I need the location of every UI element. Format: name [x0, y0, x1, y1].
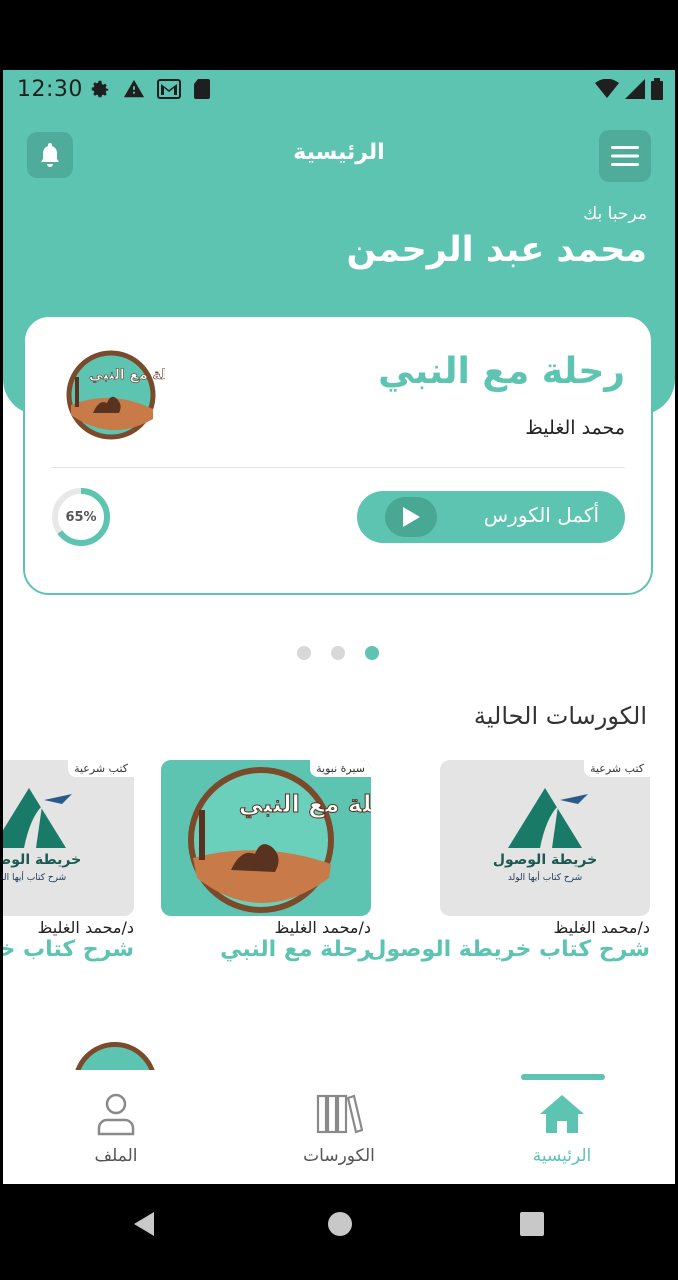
- course-card[interactable]: رحلة مع النبي سيرة نبوية د/محمد الغليظ ر…: [161, 760, 371, 962]
- svg-text:رحلة مع النبي: رحلة مع النبي: [239, 790, 371, 818]
- road-map-logo: خريطة الوصول شرح كتاب أيها الولد: [493, 788, 597, 883]
- course-title: رحلة مع النبي: [220, 937, 371, 962]
- carousel-indicator: [297, 646, 379, 660]
- svg-text:شرح كتاب أيها الولد: شرح كتاب أيها الولد: [3, 871, 66, 883]
- status-time: 12:30: [17, 77, 83, 102]
- nav-courses-label: الكورسات: [303, 1146, 375, 1166]
- svg-text:خريطة الوصول: خريطة الوصول: [493, 852, 597, 868]
- course-author: د/محمد الغليظ: [37, 918, 135, 937]
- user-icon: [97, 1093, 135, 1136]
- course-card[interactable]: خريطة الوصول شرح كتاب أيها الولد كتب شرع…: [3, 760, 134, 962]
- course-card[interactable]: خريطة الوصول شرح كتاب أيها الولد كتب شرع…: [367, 760, 651, 962]
- road-map-logo: خريطة الوصول شرح كتاب أيها الولد: [3, 788, 81, 883]
- battery-icon: [651, 78, 663, 100]
- svg-text:شرح كتاب أيها الولد: شرح كتاب أيها الولد: [508, 871, 582, 883]
- course-author: د/محمد الغليظ: [553, 918, 651, 937]
- play-icon: [403, 507, 420, 527]
- books-icon: [316, 1094, 364, 1134]
- sim-card-icon: [194, 79, 210, 99]
- progress-label: 65%: [65, 509, 97, 525]
- settings-icon: [91, 80, 109, 98]
- featured-course-card[interactable]: رحلة مع النبي محمد الغليظ رحلة مع النبي …: [23, 315, 653, 595]
- nav-home[interactable]: الرئيسية: [482, 1092, 642, 1166]
- active-tab-indicator: [521, 1074, 605, 1080]
- category-tag: سيرة نبوية: [310, 760, 371, 777]
- wifi-icon: [595, 79, 619, 98]
- continue-course-label: أكمل الكورس: [483, 503, 599, 527]
- back-icon[interactable]: [130, 1210, 158, 1238]
- featured-course-title: رحلة مع النبي: [378, 351, 625, 392]
- continue-course-button[interactable]: أكمل الكورس: [357, 491, 625, 543]
- current-courses-title: الكورسات الحالية: [473, 702, 647, 730]
- recents-icon[interactable]: [518, 1210, 546, 1238]
- play-button[interactable]: [385, 497, 437, 537]
- page-title: الرئيسية: [293, 140, 385, 165]
- home-icon: [540, 1095, 584, 1133]
- greeting-text: مرحبا بك: [583, 204, 647, 224]
- featured-course-author: محمد الغليظ: [525, 417, 625, 439]
- course-title: شرح كتاب خريطة الوصول: [367, 937, 650, 962]
- card-divider: [51, 467, 625, 468]
- user-name: محمد عبد الرحمن: [346, 230, 647, 270]
- category-tag: كتب شرعية: [68, 760, 134, 777]
- nav-courses[interactable]: الكورسات: [259, 1092, 419, 1166]
- course-thumbnail: خريطة الوصول شرح كتاب أيها الولد كتب شرع…: [3, 760, 134, 916]
- course-author: د/محمد الغليظ: [274, 918, 372, 937]
- course-thumbnail: رحلة مع النبي سيرة نبوية: [161, 760, 371, 916]
- gmail-icon: [157, 79, 181, 99]
- signal-icon: [625, 79, 645, 99]
- bottom-navigation: الملف الكورسات الرئيسية: [3, 1070, 675, 1184]
- course-logo: رحلة مع النبي: [188, 767, 371, 913]
- svg-text:خريطة الوصول: خريطة الوصول: [3, 852, 81, 868]
- nav-profile-label: الملف: [94, 1146, 138, 1166]
- carousel-dot[interactable]: [297, 646, 311, 660]
- course-title: شرح كتاب خريطة الوصول: [3, 937, 134, 962]
- home-circle-icon[interactable]: [326, 1210, 354, 1238]
- nav-home-label: الرئيسية: [532, 1146, 592, 1166]
- category-tag: كتب شرعية: [584, 760, 650, 777]
- nav-profile[interactable]: الملف: [36, 1092, 196, 1166]
- status-bar: 12:30: [3, 70, 675, 110]
- warning-icon: [123, 79, 145, 98]
- carousel-dot[interactable]: [331, 646, 345, 660]
- course-logo: رحلة مع النبي: [66, 350, 165, 440]
- system-navigation-bar: [0, 1184, 678, 1280]
- course-thumbnail: خريطة الوصول شرح كتاب أيها الولد كتب شرع…: [440, 760, 650, 916]
- partial-course-logo: [73, 1042, 163, 1070]
- app-screen: 12:30 الرئيسية مرحبا بك محمد عبد الرحمن …: [3, 70, 675, 1184]
- logo-text: رحلة مع النبي: [89, 367, 165, 383]
- carousel-dot-active[interactable]: [365, 646, 379, 660]
